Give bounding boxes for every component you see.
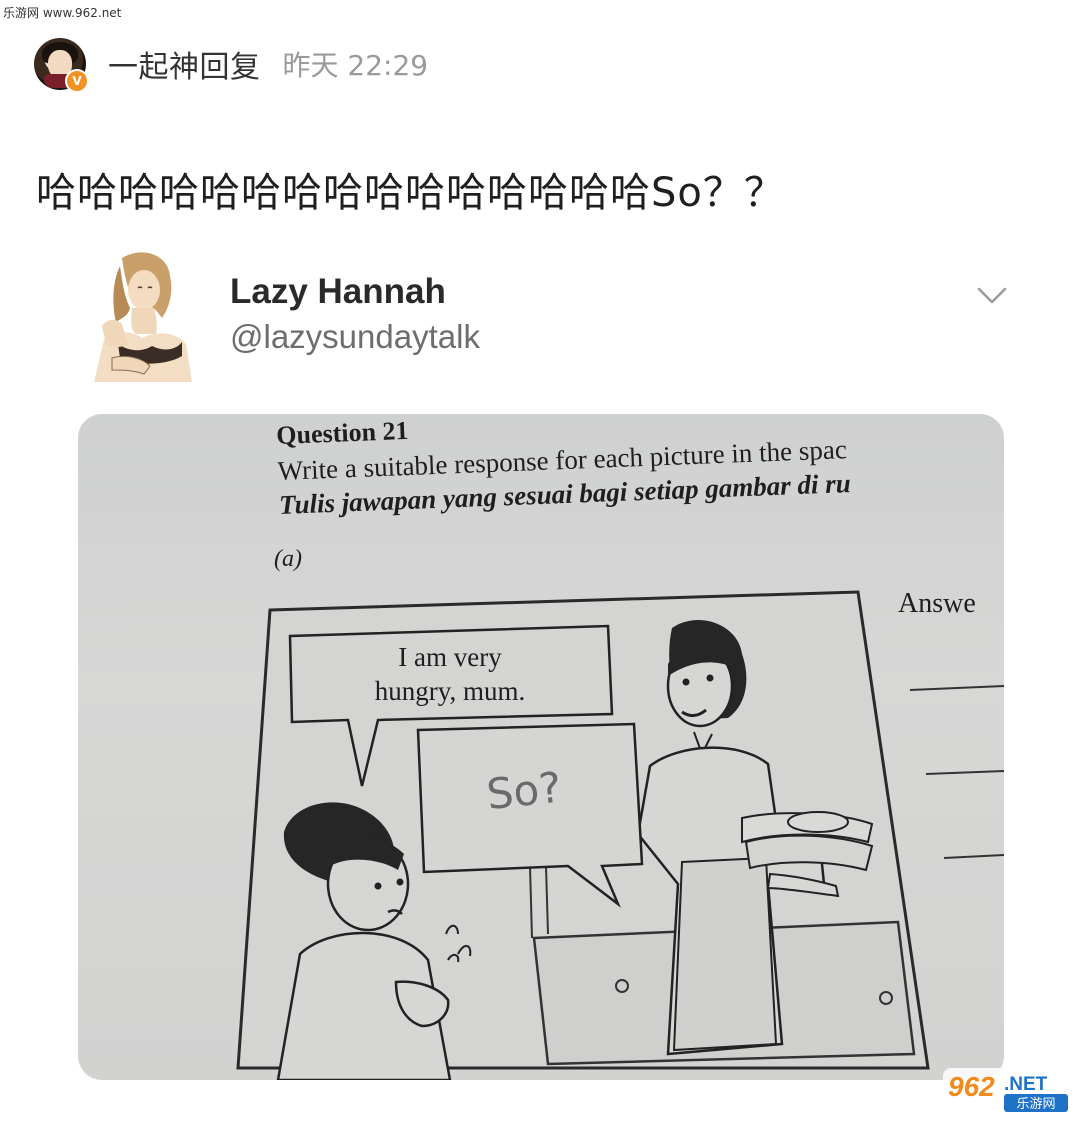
tweet-author-name[interactable]: Lazy Hannah: [230, 272, 446, 312]
answer-label: Answe: [898, 588, 976, 619]
answer-line: [925, 770, 1004, 775]
boy-speech-line2: hungry, mum.: [375, 676, 526, 706]
chevron-down-icon[interactable]: [976, 284, 1008, 308]
tweet-author-handle[interactable]: @lazysundaytalk: [230, 318, 480, 356]
part-label: (a): [274, 546, 302, 572]
handwritten-response: So?: [484, 763, 563, 820]
embedded-tweet-header: Lazy Hannah @lazysundaytalk: [82, 248, 1042, 388]
tweet-photo[interactable]: Question 21 Write a suitable response fo…: [78, 414, 1004, 1080]
logo-suffix: .NET: [1004, 1074, 1048, 1095]
logo-number: 962: [948, 1071, 995, 1102]
verified-badge-icon: V: [65, 69, 89, 93]
post-header: V 一起神回复 昨天 22:29: [34, 36, 429, 93]
answer-line: [943, 854, 1004, 859]
site-watermark-text: 乐游网 www.962.net: [3, 6, 122, 20]
962-net-logo: 962 .NET 乐游网: [943, 1068, 1073, 1116]
username[interactable]: 一起神回复: [108, 42, 261, 86]
user-avatar[interactable]: V: [34, 38, 89, 93]
question-heading: Question 21: [276, 416, 409, 450]
logo-sub: 乐游网: [1016, 1097, 1055, 1112]
tweet-author-avatar[interactable]: [82, 248, 200, 382]
answer-line: [909, 685, 1004, 691]
post-timestamp: 昨天 22:29: [282, 49, 429, 82]
boy-speech-line1: I am very: [398, 642, 502, 672]
post-text: 哈哈哈哈哈哈哈哈哈哈哈哈哈哈哈So？？: [36, 170, 785, 216]
